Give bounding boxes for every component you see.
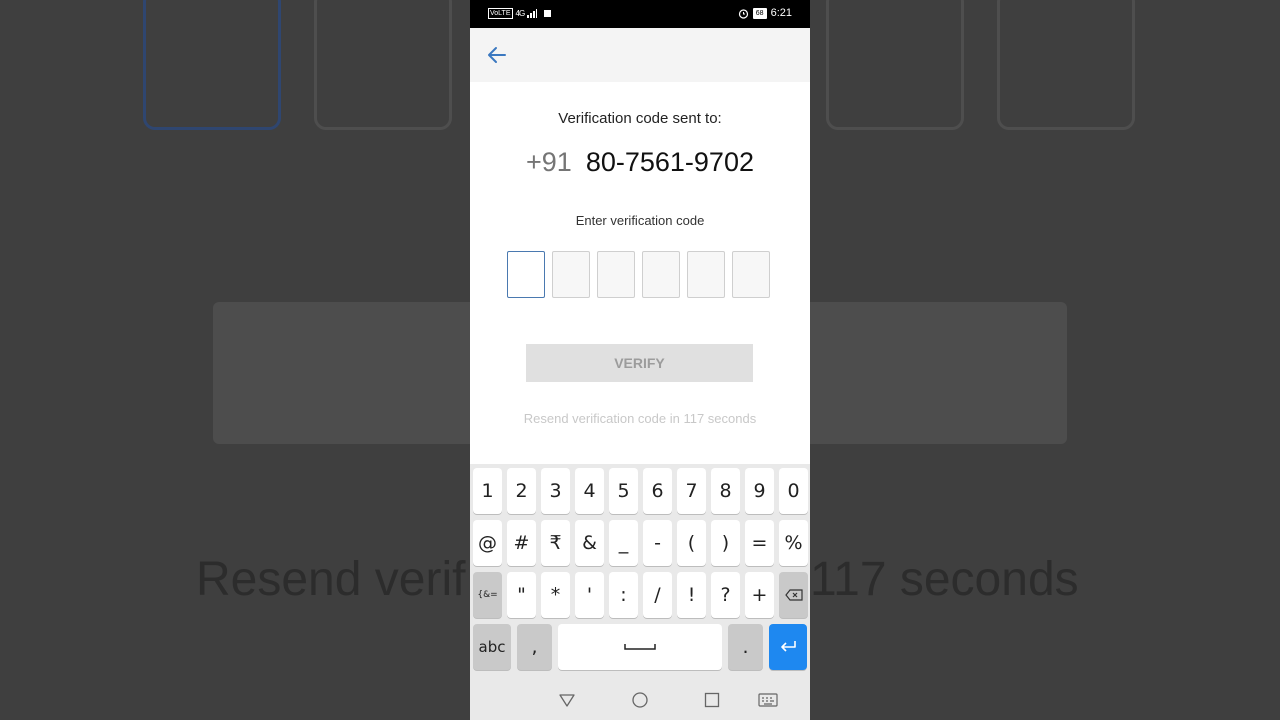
key-hash[interactable]: #: [507, 520, 536, 566]
phone-number-display: +91 80-7561-9702: [470, 147, 810, 178]
nav-home-icon[interactable]: [631, 691, 649, 709]
volte-indicator: VoLTE: [488, 8, 513, 19]
key-rupee[interactable]: ₹: [541, 520, 570, 566]
space-icon: [624, 644, 656, 650]
backdrop-otp-box: [997, 0, 1135, 130]
sent-to-label: Verification code sent to:: [558, 110, 722, 127]
key-period[interactable]: .: [728, 624, 763, 670]
alarm-icon: [738, 8, 748, 19]
key-ampersand[interactable]: &: [575, 520, 604, 566]
app-bar: [470, 28, 810, 82]
key-0[interactable]: 0: [779, 468, 808, 514]
enter-key[interactable]: [769, 624, 807, 670]
country-code: +91: [526, 147, 572, 177]
status-bar: VoLTE 4G 68 6:21: [470, 0, 810, 28]
key-plus[interactable]: +: [745, 572, 774, 618]
otp-input-group: [507, 251, 770, 298]
navigation-bar: [470, 682, 810, 720]
backdrop-otp-box: [826, 0, 964, 130]
signal-icon: [527, 9, 538, 18]
phone-number: 80-7561-9702: [585, 147, 754, 177]
key-question[interactable]: ?: [711, 572, 740, 618]
otp-digit-5[interactable]: [687, 251, 725, 298]
backdrop-otp-box: [143, 0, 281, 130]
backdrop-resend-text-left: Resend verif: [196, 553, 466, 606]
space-key[interactable]: [558, 624, 722, 670]
key-more-symbols[interactable]: {&=: [473, 572, 502, 618]
nav-recents-icon[interactable]: [703, 691, 721, 709]
key-exclamation[interactable]: !: [677, 572, 706, 618]
otp-digit-2[interactable]: [552, 251, 590, 298]
key-abc[interactable]: abc: [473, 624, 511, 670]
key-5[interactable]: 5: [609, 468, 638, 514]
key-percent[interactable]: %: [779, 520, 808, 566]
key-underscore[interactable]: _: [609, 520, 638, 566]
otp-digit-4[interactable]: [642, 251, 680, 298]
backdrop-otp-box: [314, 0, 452, 130]
enter-icon: [781, 641, 796, 652]
clock: 6:21: [770, 7, 792, 19]
key-8[interactable]: 8: [711, 468, 740, 514]
key-apostrophe[interactable]: ': [575, 572, 604, 618]
key-2[interactable]: 2: [507, 468, 536, 514]
key-9[interactable]: 9: [745, 468, 774, 514]
nav-back-icon[interactable]: [558, 691, 576, 709]
keyboard-hide-icon[interactable]: [758, 691, 778, 709]
backspace-key[interactable]: [779, 572, 808, 618]
key-hyphen[interactable]: -: [643, 520, 672, 566]
key-colon[interactable]: :: [609, 572, 638, 618]
key-double-quote[interactable]: ": [507, 572, 536, 618]
key-open-paren[interactable]: (: [677, 520, 706, 566]
key-comma[interactable]: ,: [517, 624, 552, 670]
key-1[interactable]: 1: [473, 468, 502, 514]
key-close-paren[interactable]: ): [711, 520, 740, 566]
backdrop-resend-text-right: 117 seconds: [810, 553, 1079, 606]
back-arrow-icon[interactable]: [486, 44, 508, 66]
verify-button[interactable]: VERIFY: [526, 344, 753, 382]
key-slash[interactable]: /: [643, 572, 672, 618]
otp-digit-6[interactable]: [732, 251, 770, 298]
network-type: 4G: [515, 9, 526, 18]
notification-icon: [544, 10, 552, 17]
key-7[interactable]: 7: [677, 468, 706, 514]
key-3[interactable]: 3: [541, 468, 570, 514]
key-asterisk[interactable]: *: [541, 572, 570, 618]
resend-countdown[interactable]: Resend verification code in 117 seconds: [470, 411, 810, 426]
battery-icon: 68: [752, 7, 767, 19]
backspace-icon: [784, 589, 803, 601]
key-at[interactable]: @: [473, 520, 502, 566]
key-6[interactable]: 6: [643, 468, 672, 514]
key-equals[interactable]: =: [745, 520, 774, 566]
enter-code-label: Enter verification code: [575, 213, 705, 228]
phone-screen: VoLTE 4G 68 6:21 Verification code sent …: [470, 0, 810, 720]
otp-digit-1[interactable]: [507, 251, 545, 298]
otp-digit-3[interactable]: [597, 251, 635, 298]
key-4[interactable]: 4: [575, 468, 604, 514]
